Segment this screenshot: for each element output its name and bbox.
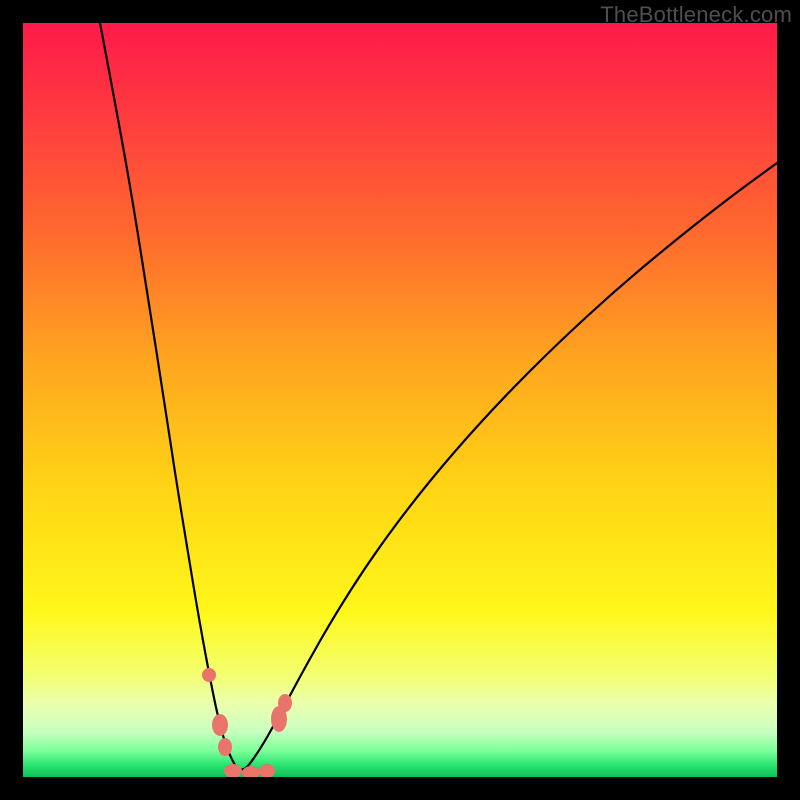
- gradient-background: [23, 23, 777, 777]
- curve-marker: [218, 738, 232, 756]
- plot-area: [23, 23, 777, 777]
- curve-marker: [202, 668, 216, 682]
- bottleneck-chart: [23, 23, 777, 777]
- curve-marker: [212, 714, 228, 736]
- curve-marker: [278, 694, 292, 712]
- watermark-text: TheBottleneck.com: [600, 2, 792, 28]
- outer-black-frame: TheBottleneck.com: [0, 0, 800, 800]
